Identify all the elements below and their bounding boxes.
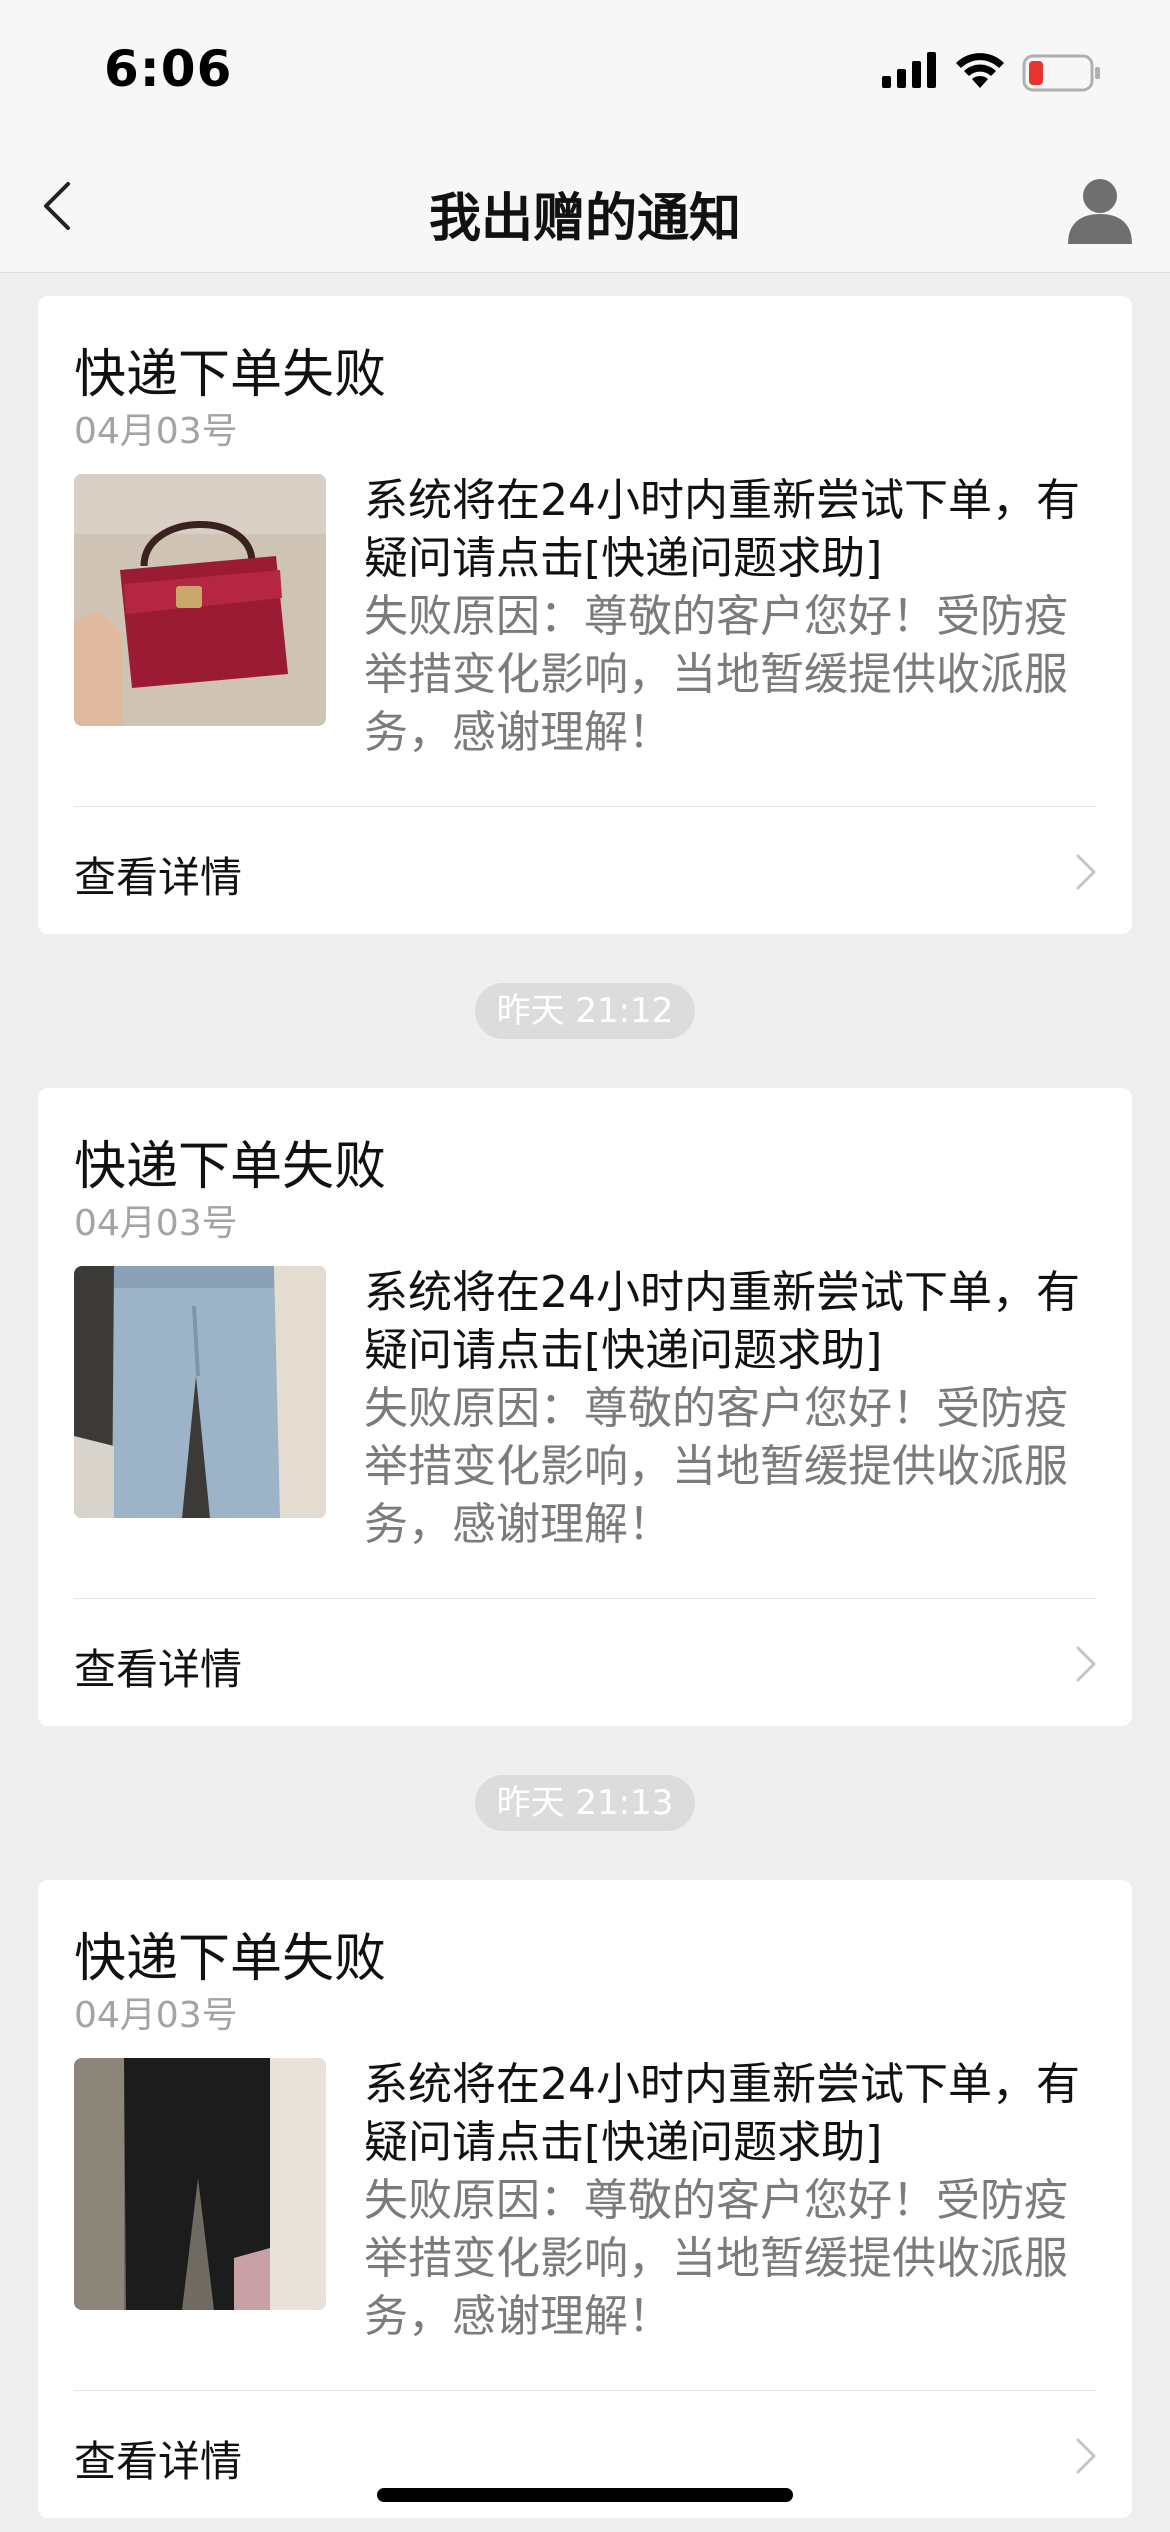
notification-title: 快递下单失败 [74, 345, 387, 405]
item-thumbnail-handbag[interactable] [74, 474, 326, 726]
divider [74, 1598, 1096, 1599]
item-thumbnail-trousers[interactable] [74, 2058, 326, 2310]
chevron-right-icon[interactable] [1072, 852, 1100, 892]
failure-reason: 失败原因：尊敬的客户您好！受防疫举措变化影响，当地暂缓提供收派服务，感谢理解！ [364, 2175, 1068, 2342]
item-thumbnail-jeans[interactable] [74, 1266, 326, 1518]
page-title: 我出赠的通知 [428, 189, 741, 249]
notification-message[interactable]: 系统将在24小时内重新尝试下单，有疑问请点击[快递问题求助] [364, 2056, 1104, 2172]
notification-message[interactable]: 系统将在24小时内重新尝试下单，有疑问请点击[快递问题求助] [364, 1264, 1104, 1380]
notification-title: 快递下单失败 [74, 1137, 387, 1197]
divider [74, 806, 1096, 807]
chevron-right-icon[interactable] [1072, 2436, 1100, 2476]
notification-date: 04月03号 [74, 1203, 238, 1244]
timestamp-pill: 昨天 21:12 [475, 983, 695, 1039]
profile-button[interactable] [1062, 172, 1138, 248]
notification-card: 快递下单失败 04月03号 系统将在24小时内重新尝试下单，有疑问请点击[快递问… [38, 1880, 1132, 2518]
user-icon [1068, 179, 1132, 244]
failure-reason: 失败原因：尊敬的客户您好！受防疫举措变化影响，当地暂缓提供收派服务，感谢理解！ [364, 1383, 1068, 1550]
notification-card: 快递下单失败 04月03号 系统将在24小时内重新尝试下单，有疑问请点击[快递问… [38, 296, 1132, 934]
home-indicator[interactable] [377, 2488, 793, 2502]
wifi-icon [956, 53, 1004, 88]
notification-card: 快递下单失败 04月03号 系统将在24小时内重新尝试下单，有疑问请点击[快递问… [38, 1088, 1132, 1726]
status-time: 6:06 [104, 40, 233, 98]
view-details-link[interactable]: 查看详情 [74, 844, 242, 905]
cellular-signal-icon [882, 52, 936, 88]
status-bar: 6:06 [0, 0, 1170, 140]
chevron-right-icon[interactable] [1072, 1644, 1100, 1684]
navigation-bar: 我出赠的通知 [0, 140, 1170, 273]
battery-icon [1022, 54, 1100, 92]
view-details-link[interactable]: 查看详情 [74, 2428, 242, 2489]
view-details-link[interactable]: 查看详情 [74, 1636, 242, 1697]
notification-message[interactable]: 系统将在24小时内重新尝试下单，有疑问请点击[快递问题求助] [364, 472, 1104, 588]
notification-date: 04月03号 [74, 411, 238, 452]
divider [74, 2390, 1096, 2391]
status-icons [882, 52, 1112, 92]
notification-title: 快递下单失败 [74, 1929, 387, 1989]
notification-date: 04月03号 [74, 1995, 238, 2036]
failure-reason: 失败原因：尊敬的客户您好！受防疫举措变化影响，当地暂缓提供收派服务，感谢理解！ [364, 591, 1068, 758]
timestamp-pill: 昨天 21:13 [475, 1775, 695, 1831]
